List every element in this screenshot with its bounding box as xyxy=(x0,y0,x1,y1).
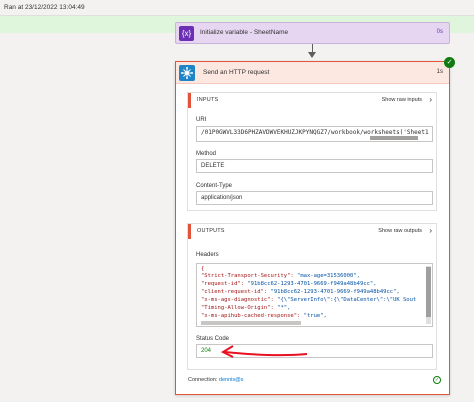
header-line: "Strict-Transport-Security": "max-age=31… xyxy=(201,273,360,279)
header-line: "client-request-id": "91b8cc62-1293-4701… xyxy=(201,289,400,295)
header-line: "Timing-Allow-Origin": "*", xyxy=(201,305,291,311)
uri-label: URI xyxy=(196,117,207,123)
http-request-title: Send an HTTP request xyxy=(203,69,270,76)
header-line: "request-id": "91b8cc62-1293-4701-9669-f… xyxy=(201,281,377,287)
headers-scrollbar[interactable] xyxy=(426,267,431,317)
chevron-right-icon[interactable]: › xyxy=(429,95,432,104)
show-raw-outputs-link[interactable]: Show raw outputs xyxy=(378,228,422,234)
connection-ok-icon: ✓ xyxy=(433,376,441,384)
inputs-label: INPUTS xyxy=(197,97,219,103)
connection-info: Connection: dennis@s xyxy=(188,377,243,383)
headers-label: Headers xyxy=(196,252,219,258)
header-line: "x-ms-ags-diagnostic": "{\"ServerInfo\":… xyxy=(201,297,417,303)
checkmark-icon: ✓ xyxy=(444,57,455,68)
headers-field[interactable]: { "Strict-Transport-Security": "max-age=… xyxy=(196,263,433,327)
connection-user-link[interactable]: dennis@s xyxy=(219,377,244,383)
run-timestamp: Ran at 23/12/2022 13:04:49 xyxy=(4,4,85,11)
variable-icon: {x} xyxy=(179,26,194,41)
initialize-variable-action[interactable]: {x} Initialize variable - SheetName 0s xyxy=(175,22,450,44)
header-line: "x-ms-apihub-cached-response": "true", xyxy=(201,313,327,319)
header-line: { xyxy=(201,266,205,272)
initialize-variable-title: Initialize variable - SheetName xyxy=(200,29,289,36)
content-type-field[interactable]: application/json xyxy=(196,191,433,205)
uri-scrollbar[interactable] xyxy=(370,136,418,140)
inputs-section-header[interactable]: INPUTS Show raw inputs › xyxy=(188,93,436,108)
outputs-label: OUTPUTS xyxy=(197,228,225,234)
connection-label: Connection: xyxy=(188,377,218,383)
headers-horizontal-scrollbar[interactable] xyxy=(201,321,301,325)
http-request-icon xyxy=(179,65,195,81)
http-request-header[interactable]: Send an HTTP request 1s xyxy=(176,62,449,84)
chevron-right-icon[interactable]: › xyxy=(429,226,432,235)
run-info-bar: Ran at 23/12/2022 13:04:49 xyxy=(0,0,474,16)
show-raw-inputs-link[interactable]: Show raw inputs xyxy=(382,97,422,103)
method-label: Method xyxy=(196,151,217,157)
flow-arrow-icon xyxy=(308,52,316,58)
content-type-label: Content-Type xyxy=(196,183,233,189)
http-request-duration: 1s xyxy=(436,69,443,75)
status-code-label: Status Code xyxy=(196,336,230,342)
method-field[interactable]: DELETE xyxy=(196,159,433,173)
initialize-variable-duration: 0s xyxy=(436,29,443,35)
outputs-section-header[interactable]: OUTPUTS Show raw outputs › xyxy=(188,224,436,239)
red-arrow-annotation xyxy=(220,345,308,358)
